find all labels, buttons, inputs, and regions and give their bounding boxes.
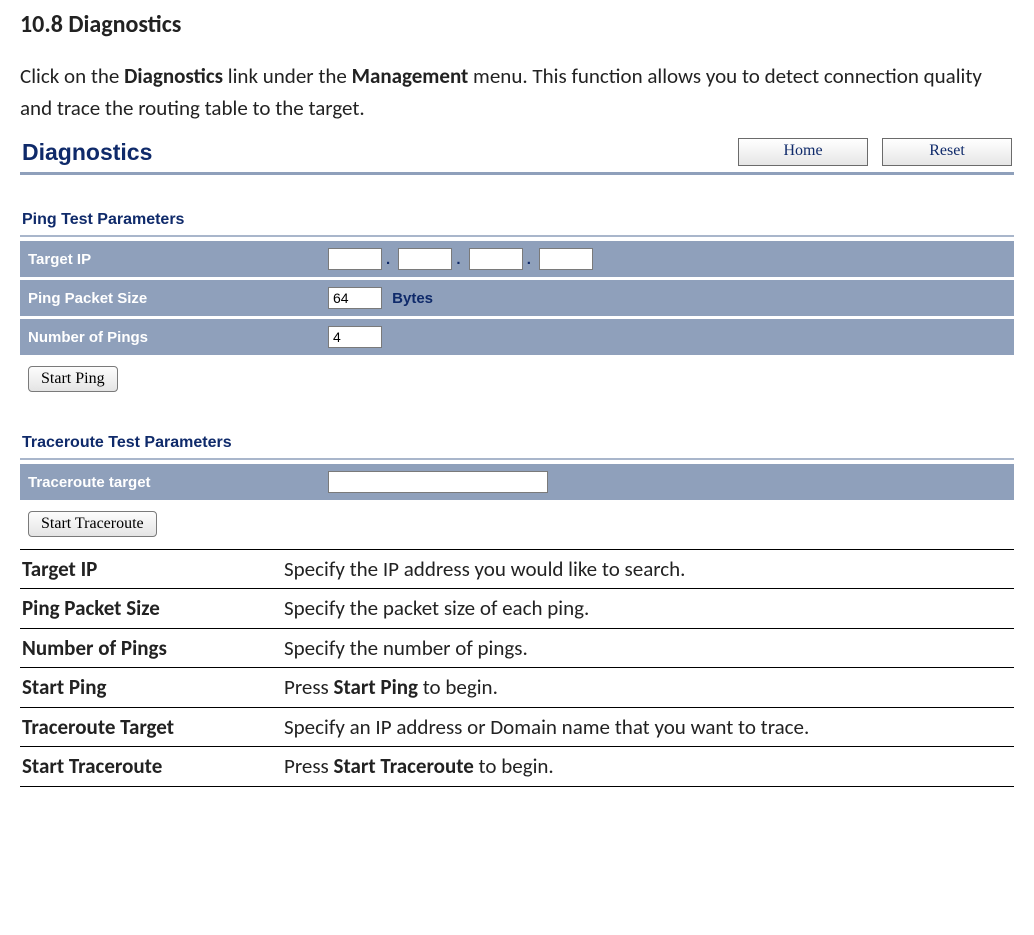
ip-dot: . [456,251,460,268]
desc-def: Press Start Ping to begin. [282,668,1014,707]
target-ip-row: Target IP . . . [20,241,1014,279]
desc-def: Specify an IP address or Domain name tha… [282,707,1014,746]
description-table: Target IP Specify the IP address you wou… [20,549,1014,787]
desc-term: Start Ping [20,668,282,707]
num-pings-label: Number of Pings [20,318,320,357]
num-pings-value-cell [320,318,1014,357]
traceroute-target-row: Traceroute target [20,464,1014,502]
ping-params-table: Target IP . . . Ping Packet Size Bytes N… [20,241,1014,358]
traceroute-target-input[interactable] [328,471,548,493]
target-ip-label: Target IP [20,241,320,279]
desc-term: Target IP [20,550,282,589]
packet-size-label: Ping Packet Size [20,279,320,318]
packet-size-value-cell: Bytes [320,279,1014,318]
diagnostics-screenshot: Diagnostics Home Reset Ping Test Paramet… [20,132,1014,537]
intro-text: Click on the [20,63,124,89]
num-pings-row: Number of Pings [20,318,1014,357]
num-pings-input[interactable] [328,326,382,348]
packet-size-row: Ping Packet Size Bytes [20,279,1014,318]
home-button[interactable]: Home [738,138,868,166]
desc-def: Press Start Traceroute to begin. [282,747,1014,786]
desc-def: Specify the IP address you would like to… [282,550,1014,589]
desc-row: Start Ping Press Start Ping to begin. [20,668,1014,707]
target-ip-octet-1[interactable] [328,248,382,270]
screenshot-header: Diagnostics Home Reset [20,134,1014,175]
page-title: Diagnostics [22,139,152,166]
desc-def: Specify the number of pings. [282,628,1014,667]
intro-bold-management: Management [352,63,469,89]
traceroute-target-value-cell [320,464,1014,502]
section-heading: 10.8 Diagnostics [20,10,1014,39]
ip-dot: . [386,251,390,268]
ip-dot: . [527,251,531,268]
start-traceroute-button[interactable]: Start Traceroute [28,511,157,537]
desc-def: Specify the packet size of each ping. [282,589,1014,628]
divider [20,458,1014,460]
traceroute-section-label: Traceroute Test Parameters [22,434,1014,452]
reset-button[interactable]: Reset [882,138,1012,166]
ping-section-label: Ping Test Parameters [22,211,1014,229]
desc-row: Target IP Specify the IP address you wou… [20,550,1014,589]
traceroute-params-table: Traceroute target [20,464,1014,503]
target-ip-octet-2[interactable] [398,248,452,270]
desc-row: Number of Pings Specify the number of pi… [20,628,1014,667]
packet-size-input[interactable] [328,287,382,309]
desc-row: Traceroute Target Specify an IP address … [20,707,1014,746]
desc-term: Number of Pings [20,628,282,667]
start-ping-button[interactable]: Start Ping [28,366,118,392]
desc-row: Start Traceroute Press Start Traceroute … [20,747,1014,786]
desc-term: Traceroute Target [20,707,282,746]
traceroute-target-label: Traceroute target [20,464,320,502]
desc-term: Start Traceroute [20,747,282,786]
desc-row: Ping Packet Size Specify the packet size… [20,589,1014,628]
intro-paragraph: Click on the Diagnostics link under the … [20,61,1014,124]
target-ip-octet-3[interactable] [469,248,523,270]
intro-text: link under the [223,63,352,89]
target-ip-value-cell: . . . [320,241,1014,279]
divider [20,235,1014,237]
header-buttons: Home Reset [738,138,1012,166]
desc-term: Ping Packet Size [20,589,282,628]
target-ip-octet-4[interactable] [539,248,593,270]
packet-size-unit: Bytes [392,290,433,307]
intro-bold-diagnostics: Diagnostics [124,63,223,89]
